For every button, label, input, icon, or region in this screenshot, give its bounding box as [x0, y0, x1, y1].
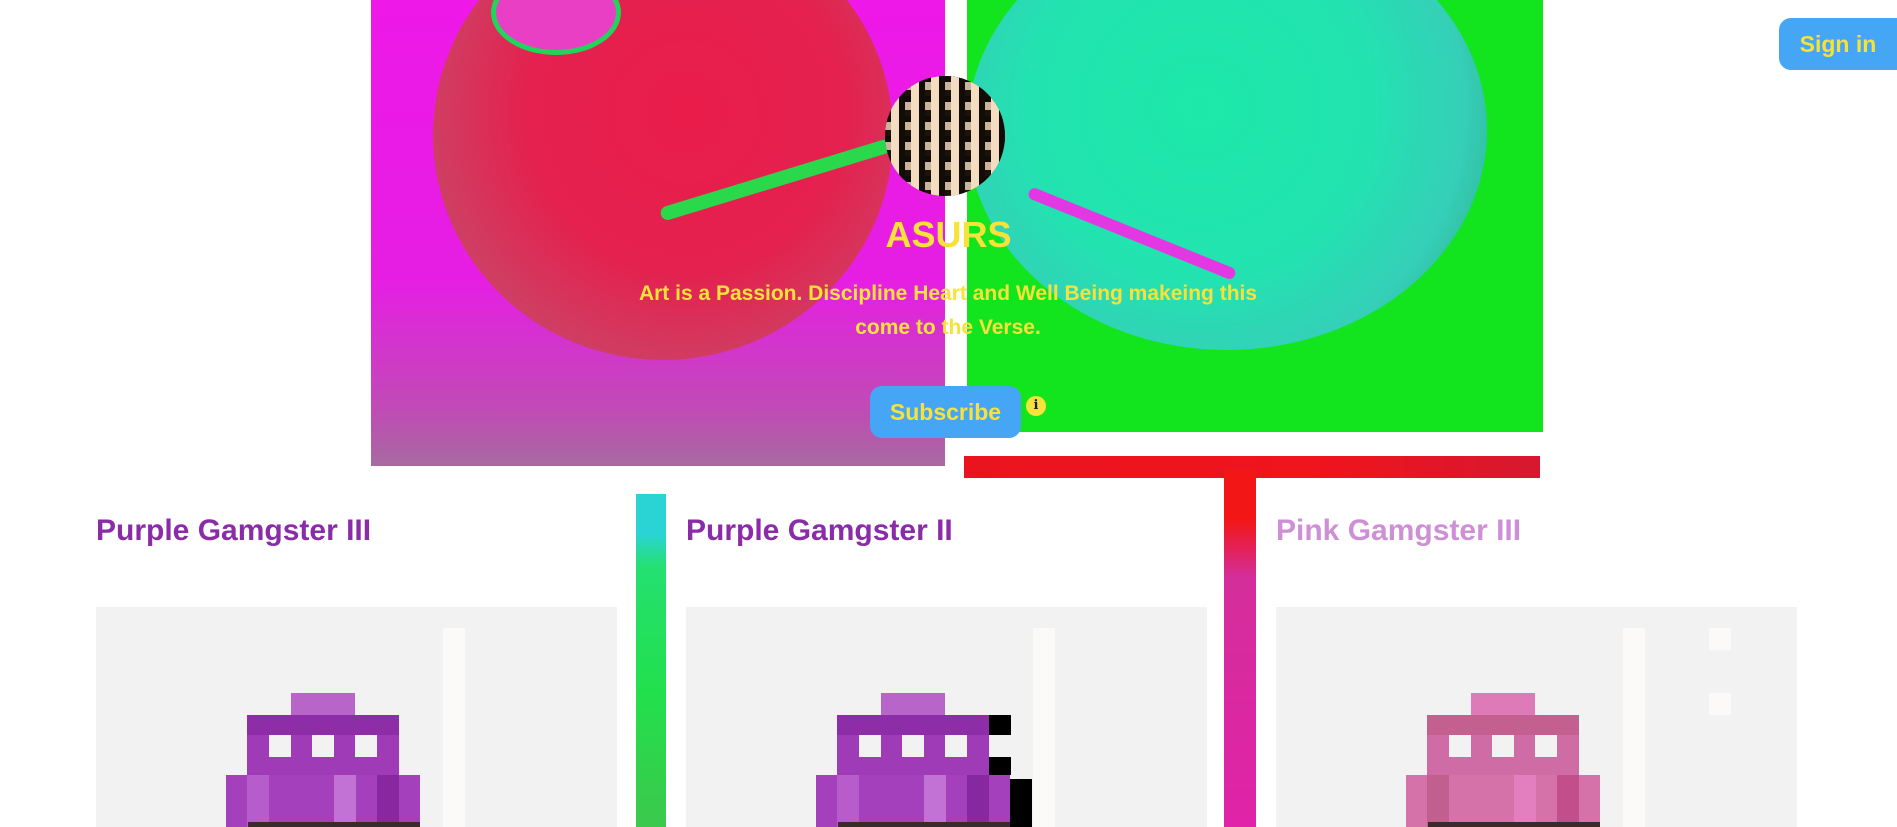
- profile-bio: Art is a Passion. Discipline Heart and W…: [638, 282, 1258, 339]
- nft-card[interactable]: Purple Gamgster III: [96, 500, 617, 827]
- card-image[interactable]: [686, 607, 1207, 827]
- card-image[interactable]: [96, 607, 617, 827]
- card-title[interactable]: Purple Gamgster III: [96, 514, 371, 548]
- nft-card[interactable]: Purple Gamgster II: [686, 500, 1207, 827]
- signin-button[interactable]: Sign in: [1779, 18, 1897, 70]
- info-icon[interactable]: i: [1026, 396, 1046, 416]
- subscribe-button[interactable]: Subscribe: [870, 386, 1021, 438]
- card-title[interactable]: Pink Gamgster III: [1276, 514, 1521, 548]
- card-title[interactable]: Purple Gamgster II: [686, 514, 953, 548]
- card-image[interactable]: [1276, 607, 1797, 827]
- decorative-red-stem: [1224, 470, 1256, 827]
- profile-name: ASURS: [885, 214, 1012, 255]
- avatar: [885, 76, 1005, 196]
- nft-card[interactable]: Pink Gamgster III: [1276, 500, 1797, 827]
- decorative-green-stem: [636, 494, 666, 827]
